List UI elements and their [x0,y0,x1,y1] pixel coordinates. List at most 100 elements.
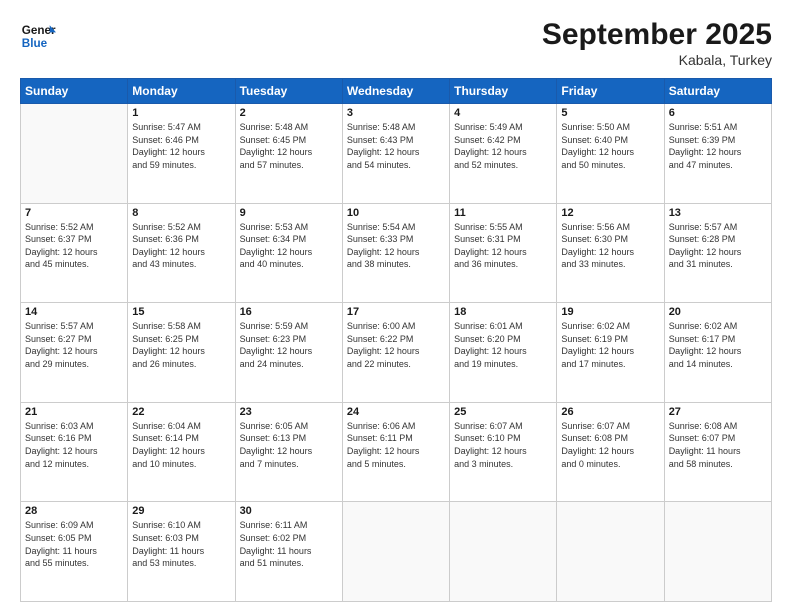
calendar-cell: 9Sunrise: 5:53 AM Sunset: 6:34 PM Daylig… [235,203,342,303]
day-info: Sunrise: 5:48 AM Sunset: 6:43 PM Dayligh… [347,121,445,171]
day-info: Sunrise: 5:50 AM Sunset: 6:40 PM Dayligh… [561,121,659,171]
day-number: 16 [240,306,338,318]
day-number: 24 [347,406,445,418]
calendar-cell: 13 Sunrise: 5:57 AM Sunset: 6:28 PM Dayli… [664,203,771,303]
day-number: 10 [347,207,445,219]
day-number: 26 [561,406,659,418]
page: General Blue September 2025 Kabala, Turk… [0,0,792,612]
day-info: Sunrise: 6:08 AM Sunset: 6:07 PM Dayligh… [669,420,767,470]
day-info: Sunrise: 6:06 AM Sunset: 6:11 PM Dayligh… [347,420,445,470]
calendar-cell: 7Sunrise: 5:52 AM Sunset: 6:37 PM Daylig… [21,203,128,303]
day-info: Sunrise: 5:57 AM Sunset: 6:28 PM Dayligh… [669,221,767,271]
day-info: Sunrise: 5:53 AM Sunset: 6:34 PM Dayligh… [240,221,338,271]
day-info: Sunrise: 6:03 AM Sunset: 6:16 PM Dayligh… [25,420,123,470]
day-number: 28 [25,505,123,517]
calendar-cell: 8 Sunrise: 5:52 AM Sunset: 6:36 PM Daylig… [128,203,235,303]
location: Kabala, Turkey [542,52,772,68]
calendar-week-row: 14Sunrise: 5:57 AM Sunset: 6:27 PM Dayli… [21,303,772,403]
day-number: 12 [561,207,659,219]
calendar-cell: 18 Sunrise: 6:01 AM Sunset: 6:20 PM Dayli… [450,303,557,403]
day-number: 14 [25,306,123,318]
calendar-cell: 27Sunrise: 6:08 AM Sunset: 6:07 PM Dayli… [664,402,771,502]
day-number: 30 [240,505,338,517]
day-number: 11 [454,207,552,219]
day-number: 13 [669,207,767,219]
calendar-cell: 6 Sunrise: 5:51 AM Sunset: 6:39 PM Daylig… [664,104,771,204]
day-number: 21 [25,406,123,418]
calendar-header-row: SundayMondayTuesdayWednesdayThursdayFrid… [21,79,772,104]
header: General Blue September 2025 Kabala, Turk… [20,18,772,68]
svg-text:Blue: Blue [22,37,48,50]
calendar-cell: 21 Sunrise: 6:03 AM Sunset: 6:16 PM Dayli… [21,402,128,502]
calendar-cell [342,502,449,602]
calendar-cell [21,104,128,204]
day-number: 15 [132,306,230,318]
day-number: 18 [454,306,552,318]
day-info: Sunrise: 6:05 AM Sunset: 6:13 PM Dayligh… [240,420,338,470]
day-info: Sunrise: 6:02 AM Sunset: 6:19 PM Dayligh… [561,320,659,370]
day-info: Sunrise: 5:54 AM Sunset: 6:33 PM Dayligh… [347,221,445,271]
day-info: Sunrise: 6:07 AM Sunset: 6:10 PM Dayligh… [454,420,552,470]
calendar-cell: 30 Sunrise: 6:11 AM Sunset: 6:02 PM Dayli… [235,502,342,602]
day-info: Sunrise: 5:59 AM Sunset: 6:23 PM Dayligh… [240,320,338,370]
calendar-cell: 3 Sunrise: 5:48 AM Sunset: 6:43 PM Daylig… [342,104,449,204]
day-info: Sunrise: 5:48 AM Sunset: 6:45 PM Dayligh… [240,121,338,171]
calendar-week-row: 28Sunrise: 6:09 AM Sunset: 6:05 PM Dayli… [21,502,772,602]
day-info: Sunrise: 5:49 AM Sunset: 6:42 PM Dayligh… [454,121,552,171]
day-info: Sunrise: 5:56 AM Sunset: 6:30 PM Dayligh… [561,221,659,271]
day-number: 8 [132,207,230,219]
calendar-table: SundayMondayTuesdayWednesdayThursdayFrid… [20,78,772,602]
calendar-cell: 11 Sunrise: 5:55 AM Sunset: 6:31 PM Dayli… [450,203,557,303]
calendar-week-row: 1Sunrise: 5:47 AM Sunset: 6:46 PM Daylig… [21,104,772,204]
title-block: September 2025 Kabala, Turkey [542,18,772,68]
calendar-cell: 5 Sunrise: 5:50 AM Sunset: 6:40 PM Daylig… [557,104,664,204]
day-info: Sunrise: 6:11 AM Sunset: 6:02 PM Dayligh… [240,519,338,569]
day-number: 20 [669,306,767,318]
calendar-cell [664,502,771,602]
day-info: Sunrise: 6:01 AM Sunset: 6:20 PM Dayligh… [454,320,552,370]
day-number: 22 [132,406,230,418]
calendar-cell: 28Sunrise: 6:09 AM Sunset: 6:05 PM Dayli… [21,502,128,602]
calendar-day-header: Sunday [21,79,128,104]
day-info: Sunrise: 5:55 AM Sunset: 6:31 PM Dayligh… [454,221,552,271]
day-info: Sunrise: 6:02 AM Sunset: 6:17 PM Dayligh… [669,320,767,370]
calendar-day-header: Tuesday [235,79,342,104]
day-number: 17 [347,306,445,318]
calendar-cell: 20 Sunrise: 6:02 AM Sunset: 6:17 PM Dayli… [664,303,771,403]
calendar-cell: 10 Sunrise: 5:54 AM Sunset: 6:33 PM Dayli… [342,203,449,303]
day-info: Sunrise: 6:10 AM Sunset: 6:03 PM Dayligh… [132,519,230,569]
day-info: Sunrise: 5:52 AM Sunset: 6:36 PM Dayligh… [132,221,230,271]
calendar-cell: 15 Sunrise: 5:58 AM Sunset: 6:25 PM Dayli… [128,303,235,403]
day-info: Sunrise: 5:58 AM Sunset: 6:25 PM Dayligh… [132,320,230,370]
calendar-cell: 19 Sunrise: 6:02 AM Sunset: 6:19 PM Dayli… [557,303,664,403]
day-number: 6 [669,107,767,119]
calendar-day-header: Friday [557,79,664,104]
day-number: 1 [132,107,230,119]
calendar-cell: 16 Sunrise: 5:59 AM Sunset: 6:23 PM Dayli… [235,303,342,403]
calendar-cell: 26 Sunrise: 6:07 AM Sunset: 6:08 PM Dayli… [557,402,664,502]
day-info: Sunrise: 6:04 AM Sunset: 6:14 PM Dayligh… [132,420,230,470]
calendar-day-header: Saturday [664,79,771,104]
day-number: 19 [561,306,659,318]
day-number: 29 [132,505,230,517]
calendar-cell [450,502,557,602]
day-number: 5 [561,107,659,119]
day-number: 7 [25,207,123,219]
calendar-week-row: 21 Sunrise: 6:03 AM Sunset: 6:16 PM Dayli… [21,402,772,502]
logo-icon: General Blue [20,18,56,54]
calendar-cell: 24 Sunrise: 6:06 AM Sunset: 6:11 PM Dayli… [342,402,449,502]
calendar-cell: 29 Sunrise: 6:10 AM Sunset: 6:03 PM Dayli… [128,502,235,602]
calendar-cell: 22 Sunrise: 6:04 AM Sunset: 6:14 PM Dayli… [128,402,235,502]
calendar-week-row: 7Sunrise: 5:52 AM Sunset: 6:37 PM Daylig… [21,203,772,303]
calendar-cell: 17 Sunrise: 6:00 AM Sunset: 6:22 PM Dayli… [342,303,449,403]
calendar-cell: 25Sunrise: 6:07 AM Sunset: 6:10 PM Dayli… [450,402,557,502]
calendar-day-header: Thursday [450,79,557,104]
day-info: Sunrise: 5:51 AM Sunset: 6:39 PM Dayligh… [669,121,767,171]
day-info: Sunrise: 6:00 AM Sunset: 6:22 PM Dayligh… [347,320,445,370]
calendar-day-header: Monday [128,79,235,104]
day-info: Sunrise: 6:07 AM Sunset: 6:08 PM Dayligh… [561,420,659,470]
day-number: 3 [347,107,445,119]
calendar-cell: 4Sunrise: 5:49 AM Sunset: 6:42 PM Daylig… [450,104,557,204]
calendar-cell: 12 Sunrise: 5:56 AM Sunset: 6:30 PM Dayli… [557,203,664,303]
logo: General Blue [20,18,56,54]
